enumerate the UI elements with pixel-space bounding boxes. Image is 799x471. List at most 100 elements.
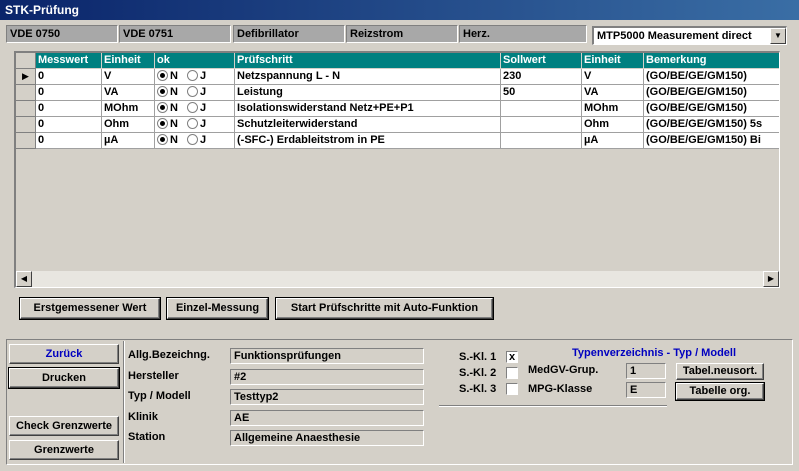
drucken-button[interactable]: Drucken	[9, 368, 119, 388]
radio-j[interactable]: J	[187, 118, 206, 131]
radio-j-icon	[187, 134, 199, 145]
cell-sollwert[interactable]	[501, 133, 582, 149]
horizontal-scrollbar[interactable]: ◀ ▶	[16, 271, 779, 287]
cell-einheit-soll[interactable]: VA	[582, 85, 644, 101]
klinik-field: AE	[230, 410, 424, 426]
measurement-mode-select[interactable]: MTP5000 Measurement direct ▼	[592, 26, 787, 45]
cell-messwert[interactable]: 0	[36, 101, 102, 117]
cell-messwert[interactable]: 0	[36, 69, 102, 85]
skl2-checkbox[interactable]	[506, 367, 518, 379]
tabel-neusort-button[interactable]: Tabel.neusort.	[676, 363, 764, 380]
radio-n[interactable]: N	[157, 70, 178, 83]
cell-pruefschritt[interactable]: (-SFC-) Erdableitstrom in PE	[235, 133, 501, 149]
typenverzeichnis-title: Typenverzeichnis - Typ / Modell	[572, 347, 737, 359]
cell-ok[interactable]: N J	[155, 101, 235, 117]
radio-n-icon	[157, 70, 168, 81]
scroll-right-icon[interactable]: ▶	[763, 271, 779, 287]
radio-j[interactable]: J	[187, 102, 206, 115]
scroll-left-icon[interactable]: ◀	[16, 271, 32, 287]
hersteller-label: Hersteller	[128, 370, 179, 382]
radio-n-icon	[157, 118, 168, 129]
cell-sollwert[interactable]	[501, 101, 582, 117]
medgv-field: 1	[626, 363, 666, 379]
klinik-label: Klinik	[128, 411, 158, 423]
radio-n[interactable]: N	[157, 86, 178, 99]
radio-n[interactable]: N	[157, 134, 178, 147]
typ-modell-field: Testtyp2	[230, 389, 424, 405]
radio-j-icon	[187, 102, 199, 113]
cell-sollwert[interactable]	[501, 117, 582, 133]
skl1-checkbox[interactable]: x	[506, 351, 518, 363]
chevron-down-icon[interactable]: ▼	[770, 28, 786, 44]
cell-bemerkung[interactable]: (GO/BE/GE/GM150)	[644, 69, 779, 85]
row-indicator[interactable]	[16, 85, 36, 101]
test-steps-grid[interactable]: Messwert Einheit ok Prüfschritt Sollwert…	[14, 51, 780, 288]
cell-pruefschritt[interactable]: Leistung	[235, 85, 501, 101]
column-header-pruefschritt[interactable]: Prüfschritt	[235, 53, 501, 69]
check-grenzwerte-button[interactable]: Check Grenzwerte	[9, 416, 119, 436]
radio-j-icon	[187, 70, 199, 81]
radio-n[interactable]: N	[157, 118, 178, 131]
erstgemessener-wert-button[interactable]: Erstgemessener Wert	[20, 298, 160, 319]
radio-j[interactable]: J	[187, 134, 206, 147]
column-header-einheit-soll[interactable]: Einheit	[582, 53, 644, 69]
skl1-label: S.-Kl. 1	[459, 351, 497, 363]
column-header-sollwert[interactable]: Sollwert	[501, 53, 582, 69]
row-indicator[interactable]	[16, 133, 36, 149]
cell-ok[interactable]: N J	[155, 133, 235, 149]
column-header-messwert[interactable]: Messwert	[36, 53, 102, 69]
cell-bemerkung[interactable]: (GO/BE/GE/GM150) 5s	[644, 117, 779, 133]
cell-pruefschritt[interactable]: Schutzleiterwiderstand	[235, 117, 501, 133]
cell-einheit-soll[interactable]: µA	[582, 133, 644, 149]
row-indicator[interactable]	[16, 101, 36, 117]
cell-einheit[interactable]: VA	[102, 85, 155, 101]
cell-messwert[interactable]: 0	[36, 117, 102, 133]
medgv-label: MedGV-Grup.	[528, 364, 599, 376]
column-header-ok[interactable]: ok	[155, 53, 235, 69]
radio-j[interactable]: J	[187, 86, 206, 99]
radio-n-icon	[157, 86, 168, 97]
typ-modell-label: Typ / Modell	[128, 390, 191, 402]
start-auto-button[interactable]: Start Prüfschritte mit Auto-Funktion	[276, 298, 493, 319]
mpg-label: MPG-Klasse	[528, 383, 593, 395]
standard-label-vde0750: VDE 0750	[6, 25, 118, 43]
radio-n[interactable]: N	[157, 102, 178, 115]
cell-einheit[interactable]: Ohm	[102, 117, 155, 133]
cell-einheit[interactable]: V	[102, 69, 155, 85]
standard-label-defibrillator: Defibrillator	[233, 25, 345, 43]
cell-ok[interactable]: N J	[155, 117, 235, 133]
cell-messwert[interactable]: 0	[36, 133, 102, 149]
radio-j-icon	[187, 118, 199, 129]
cell-sollwert[interactable]: 230	[501, 69, 582, 85]
row-indicator-current[interactable]: ▶	[16, 69, 36, 85]
window-title-bar[interactable]: STK-Prüfung	[0, 0, 799, 20]
cell-einheit[interactable]: MOhm	[102, 101, 155, 117]
cell-ok[interactable]: N J	[155, 69, 235, 85]
cell-bemerkung[interactable]: (GO/BE/GE/GM150)	[644, 101, 779, 117]
cell-sollwert[interactable]: 50	[501, 85, 582, 101]
standard-label-reizstrom: Reizstrom	[346, 25, 458, 43]
standard-label-herz: Herz.	[459, 25, 587, 43]
cell-einheit-soll[interactable]: MOhm	[582, 101, 644, 117]
cell-bemerkung[interactable]: (GO/BE/GE/GM150) Bi	[644, 133, 779, 149]
cell-einheit-soll[interactable]: Ohm	[582, 117, 644, 133]
tabelle-org-button[interactable]: Tabelle org.	[676, 383, 764, 400]
cell-ok[interactable]: N J	[155, 85, 235, 101]
cell-messwert[interactable]: 0	[36, 85, 102, 101]
radio-n-icon	[157, 134, 168, 145]
cell-bemerkung[interactable]: (GO/BE/GE/GM150)	[644, 85, 779, 101]
radio-j[interactable]: J	[187, 70, 206, 83]
column-header-einheit[interactable]: Einheit	[102, 53, 155, 69]
cell-pruefschritt[interactable]: Isolationswiderstand Netz+PE+P1	[235, 101, 501, 117]
zurueck-button[interactable]: Zurück	[9, 344, 119, 364]
cell-pruefschritt[interactable]: Netzspannung L - N	[235, 69, 501, 85]
cell-einheit-soll[interactable]: V	[582, 69, 644, 85]
row-indicator[interactable]	[16, 117, 36, 133]
column-header-bemerkung[interactable]: Bemerkung	[644, 53, 779, 69]
radio-j-icon	[187, 86, 199, 97]
skl3-checkbox[interactable]	[506, 383, 518, 395]
check-icon: x	[508, 351, 516, 363]
grenzwerte-button[interactable]: Grenzwerte	[9, 440, 119, 460]
cell-einheit[interactable]: µA	[102, 133, 155, 149]
einzel-messung-button[interactable]: Einzel-Messung	[167, 298, 268, 319]
